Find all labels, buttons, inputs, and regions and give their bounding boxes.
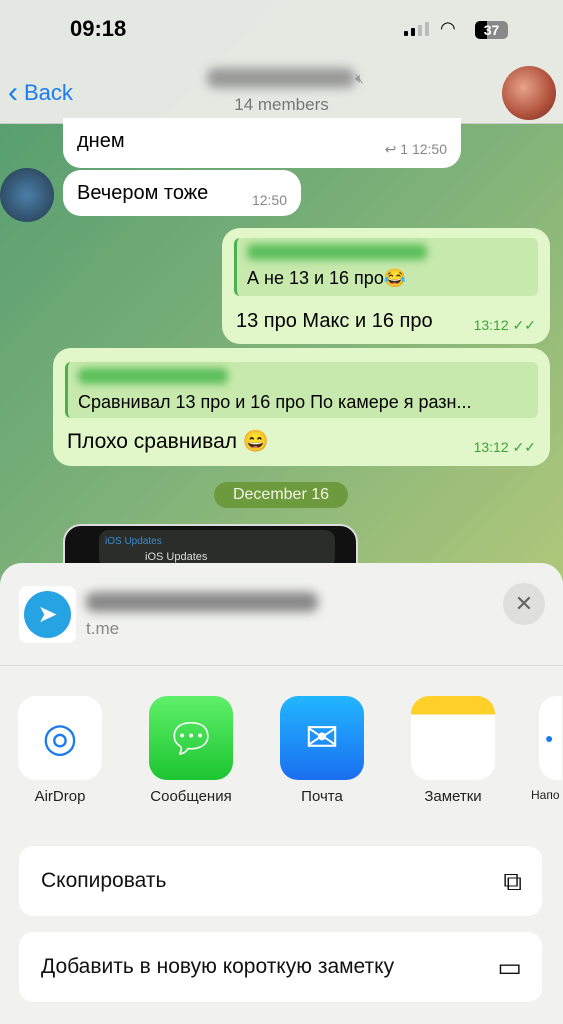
notes-icon	[411, 696, 495, 780]
quoted-sender-blurred	[247, 244, 427, 260]
close-button[interactable]: ✕	[503, 583, 545, 625]
divider	[0, 665, 563, 666]
quick-note-icon: ▭	[497, 952, 522, 982]
read-checkmarks-icon: ✓✓	[512, 317, 536, 333]
share-sheet: ➤ t.me ✕ ◎ AirDrop 💬︎ Сообщения ✉ Почта Зам…	[0, 563, 563, 1024]
wifi-icon: ◠	[440, 18, 456, 38]
add-quick-note-action[interactable]: Добавить в новую короткую заметку ▭	[19, 932, 542, 1002]
quoted-sender-blurred	[78, 368, 228, 384]
reply-quote[interactable]: Сравнивал 13 про и 16 про По камере я ра…	[65, 362, 538, 418]
date-separator: December 16	[214, 482, 348, 508]
top-bar: 09:18 ◠ 37 ‹ Back 🔇︎ 14 members	[0, 0, 563, 124]
member-count: 14 members	[234, 95, 329, 114]
muted-icon: 🔇︎	[355, 70, 364, 86]
share-app-reminders[interactable]: ● Напо	[531, 696, 562, 802]
cellular-signal-icon	[404, 22, 429, 36]
reminders-icon: ●	[539, 696, 562, 780]
message-bubble[interactable]: Вечером тоже 12:50	[63, 170, 301, 216]
message-bubble[interactable]: днем ↩ 1 12:50	[63, 118, 461, 168]
read-checkmarks-icon: ✓✓	[512, 439, 536, 455]
share-app-airdrop[interactable]: ◎ AirDrop	[10, 696, 110, 805]
close-icon: ✕	[514, 591, 534, 616]
copy-icon: ⧉	[503, 866, 522, 896]
reply-quote[interactable]: А не 13 и 16 про😂	[234, 238, 538, 296]
share-title-blurred	[86, 592, 318, 612]
paper-plane-icon: ➤	[24, 591, 71, 638]
message-bubble[interactable]: Сравнивал 13 про и 16 про По камере я ра…	[53, 348, 550, 466]
chat-title-blurred[interactable]	[207, 68, 355, 88]
status-time: 09:18	[70, 16, 127, 41]
telegram-app-icon: ➤	[19, 586, 76, 643]
sender-avatar[interactable]	[0, 168, 54, 222]
share-apps-row[interactable]: ◎ AirDrop 💬︎ Сообщения ✉ Почта Заметки ● Нап…	[0, 696, 563, 806]
share-app-notes[interactable]: Заметки	[403, 696, 503, 805]
group-avatar[interactable]	[502, 66, 556, 120]
copy-action[interactable]: Скопировать ⧉	[19, 846, 542, 916]
share-app-mail[interactable]: ✉ Почта	[272, 696, 372, 805]
messages-icon: 💬︎	[149, 696, 233, 780]
reply-icon: ↩	[384, 141, 401, 157]
mail-icon: ✉	[280, 696, 364, 780]
airdrop-icon: ◎	[18, 696, 102, 780]
message-bubble[interactable]: А не 13 и 16 про😂 13 про Макс и 16 про 1…	[222, 228, 550, 344]
share-app-messages[interactable]: 💬︎ Сообщения	[141, 696, 241, 805]
share-url: t.me	[86, 619, 120, 638]
battery-icon: 37	[475, 21, 508, 39]
